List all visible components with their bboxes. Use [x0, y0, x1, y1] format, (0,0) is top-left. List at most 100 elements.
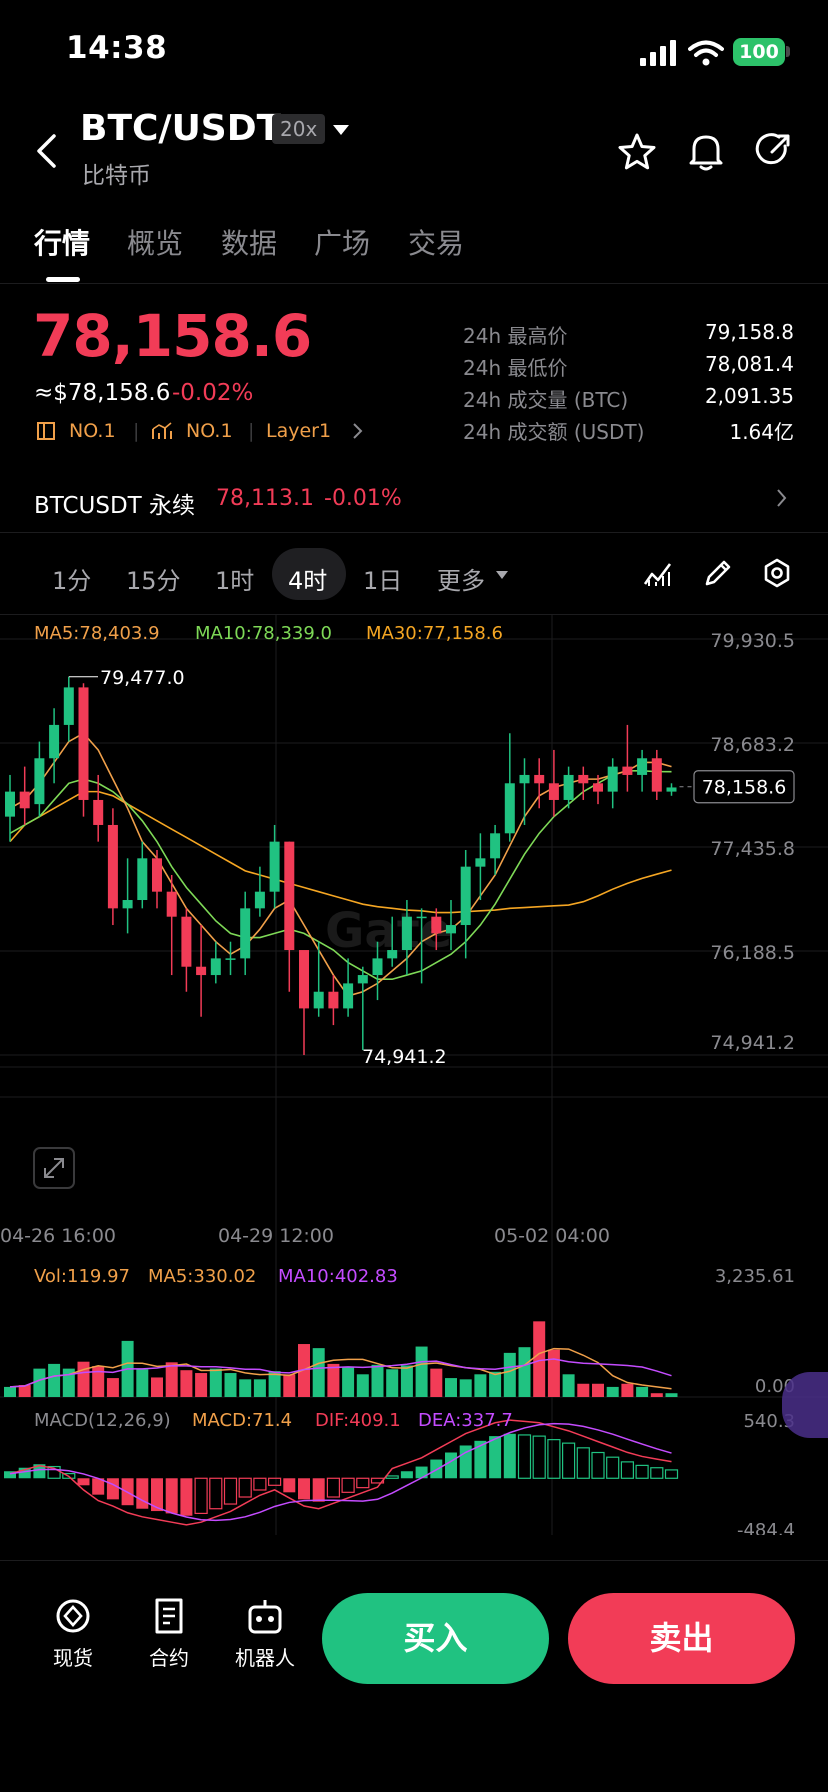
nav-contract-label: 合约 [149, 1646, 189, 1670]
stat-low-value: 78,081.4 [704, 352, 794, 376]
candle-body [666, 787, 677, 792]
tab-market[interactable]: 行情 [34, 222, 90, 262]
price-tick-label: 74,941.2 [710, 1032, 795, 1054]
volume-bar [209, 1368, 222, 1397]
perpetual-change: -0.01% [324, 486, 402, 511]
tab-data[interactable]: 数据 [221, 222, 277, 262]
low-marker-label: 74,941.2 [362, 1046, 447, 1068]
trend-rank-tag[interactable]: NO.1 [186, 420, 233, 442]
macd-bar [209, 1477, 223, 1510]
candle-body [534, 774, 545, 784]
vol-max-label: 3,235.61 [715, 1266, 795, 1287]
stat-volume-label: 24h 成交量 (BTC) [463, 388, 629, 412]
macd-bar [268, 1477, 282, 1486]
stat-high-value: 79,158.8 [704, 320, 794, 344]
volume-bar [253, 1379, 266, 1397]
macd-bar [532, 1435, 546, 1479]
macd-lines [9, 1419, 672, 1526]
candle-body [122, 900, 133, 909]
chevron-right-icon[interactable] [352, 422, 364, 440]
volume-bar [386, 1369, 399, 1397]
back-icon[interactable] [34, 132, 58, 170]
nav-robot[interactable]: 机器人 [220, 1596, 310, 1671]
price-chart[interactable]: Gate 79,477.074,941.278,158.6 79,930.578… [0, 615, 828, 1535]
stat-high-label: 24h 最高价 [463, 324, 568, 348]
draw-icon[interactable] [703, 558, 733, 588]
macd-bar [561, 1442, 576, 1479]
volume-bar [400, 1365, 413, 1397]
candle-body [313, 991, 324, 1009]
nav-contract[interactable]: 合约 [124, 1596, 214, 1671]
volume-bar [430, 1368, 443, 1397]
perpetual-label[interactable]: BTCUSDT 永续 [34, 486, 195, 520]
tab-overview[interactable]: 概览 [127, 222, 183, 262]
volume-bar [533, 1321, 546, 1397]
price-markers: 79,477.0 74,941.2 78,158.6 [68, 667, 795, 1068]
candle-body [240, 908, 251, 959]
leverage-badge[interactable]: 20x [272, 114, 326, 144]
macd-bar [106, 1478, 119, 1500]
candle-body [607, 766, 618, 792]
macd-bar [253, 1477, 267, 1491]
high-marker-label: 79,477.0 [100, 667, 185, 689]
wifi-icon [688, 40, 724, 66]
volume-bar [312, 1348, 325, 1397]
pair-title[interactable]: BTC/USDT [80, 108, 281, 149]
macd-bar [606, 1456, 620, 1479]
caret-down-icon[interactable] [496, 571, 508, 580]
macd-value-label: MACD:71.4 [192, 1410, 292, 1431]
dea-label: DEA:337.7 [418, 1410, 513, 1431]
stat-turnover-label: 24h 成交额 (USDT) [463, 420, 645, 444]
chevron-down-icon[interactable] [333, 125, 349, 137]
candle-body [475, 858, 486, 867]
candles [5, 676, 677, 1056]
tab-trade[interactable]: 交易 [408, 222, 464, 262]
rank-tag[interactable]: NO.1 [69, 420, 116, 442]
floating-assistant[interactable] [782, 1372, 828, 1438]
macd-bar [620, 1461, 635, 1479]
signal-icon [640, 40, 676, 66]
interval-1h[interactable]: 1时 [215, 561, 254, 596]
candle-body [563, 774, 574, 800]
interval-1m[interactable]: 1分 [52, 561, 91, 596]
candle-body [299, 950, 309, 1009]
current-price-tag: 78,158.6 [702, 777, 787, 799]
interval-15m[interactable]: 15分 [126, 561, 181, 596]
tab-square[interactable]: 广场 [314, 222, 370, 262]
usd-price: ≈$78,158.6 [34, 380, 171, 406]
rank-icon [37, 422, 55, 440]
candle-body [343, 983, 354, 1009]
volume-bar [239, 1379, 252, 1397]
volume-bar [371, 1364, 384, 1397]
volume-bar [636, 1386, 649, 1397]
volume-bar [621, 1383, 634, 1397]
last-price: 78,158.6 [33, 302, 312, 370]
time-tick-label: 04-29 12:00 [218, 1225, 334, 1247]
macd-bar [238, 1477, 252, 1498]
interval-1d[interactable]: 1日 [363, 561, 402, 596]
interval-more[interactable]: 更多 [437, 561, 485, 596]
candle-body [225, 958, 236, 960]
nav-spot[interactable]: 现货 [28, 1596, 118, 1671]
indicator-icon[interactable] [643, 560, 673, 588]
category-tag[interactable]: Layer1 [266, 420, 331, 442]
volume-bar [415, 1346, 428, 1397]
vol-ma10-label: MA10:402.83 [278, 1266, 398, 1287]
candle-body [504, 783, 515, 834]
tag-separator: | [133, 420, 140, 442]
chevron-right-icon[interactable] [776, 488, 788, 508]
settings-icon[interactable] [762, 558, 792, 588]
time-tick-label: 04-26 16:00 [0, 1225, 116, 1247]
candle-body [490, 833, 501, 859]
bell-icon[interactable] [688, 132, 724, 172]
share-icon[interactable] [755, 132, 793, 170]
volume-bar [327, 1363, 340, 1397]
ma10-label: MA10:78,339.0 [195, 623, 332, 644]
macd-bar [517, 1434, 532, 1479]
interval-4h[interactable]: 4时 [288, 561, 327, 596]
candle-body [372, 958, 383, 976]
star-icon[interactable] [617, 132, 657, 172]
buy-button[interactable]: 买入 [322, 1593, 549, 1684]
tag-separator: | [248, 420, 255, 442]
sell-button[interactable]: 卖出 [568, 1593, 795, 1684]
